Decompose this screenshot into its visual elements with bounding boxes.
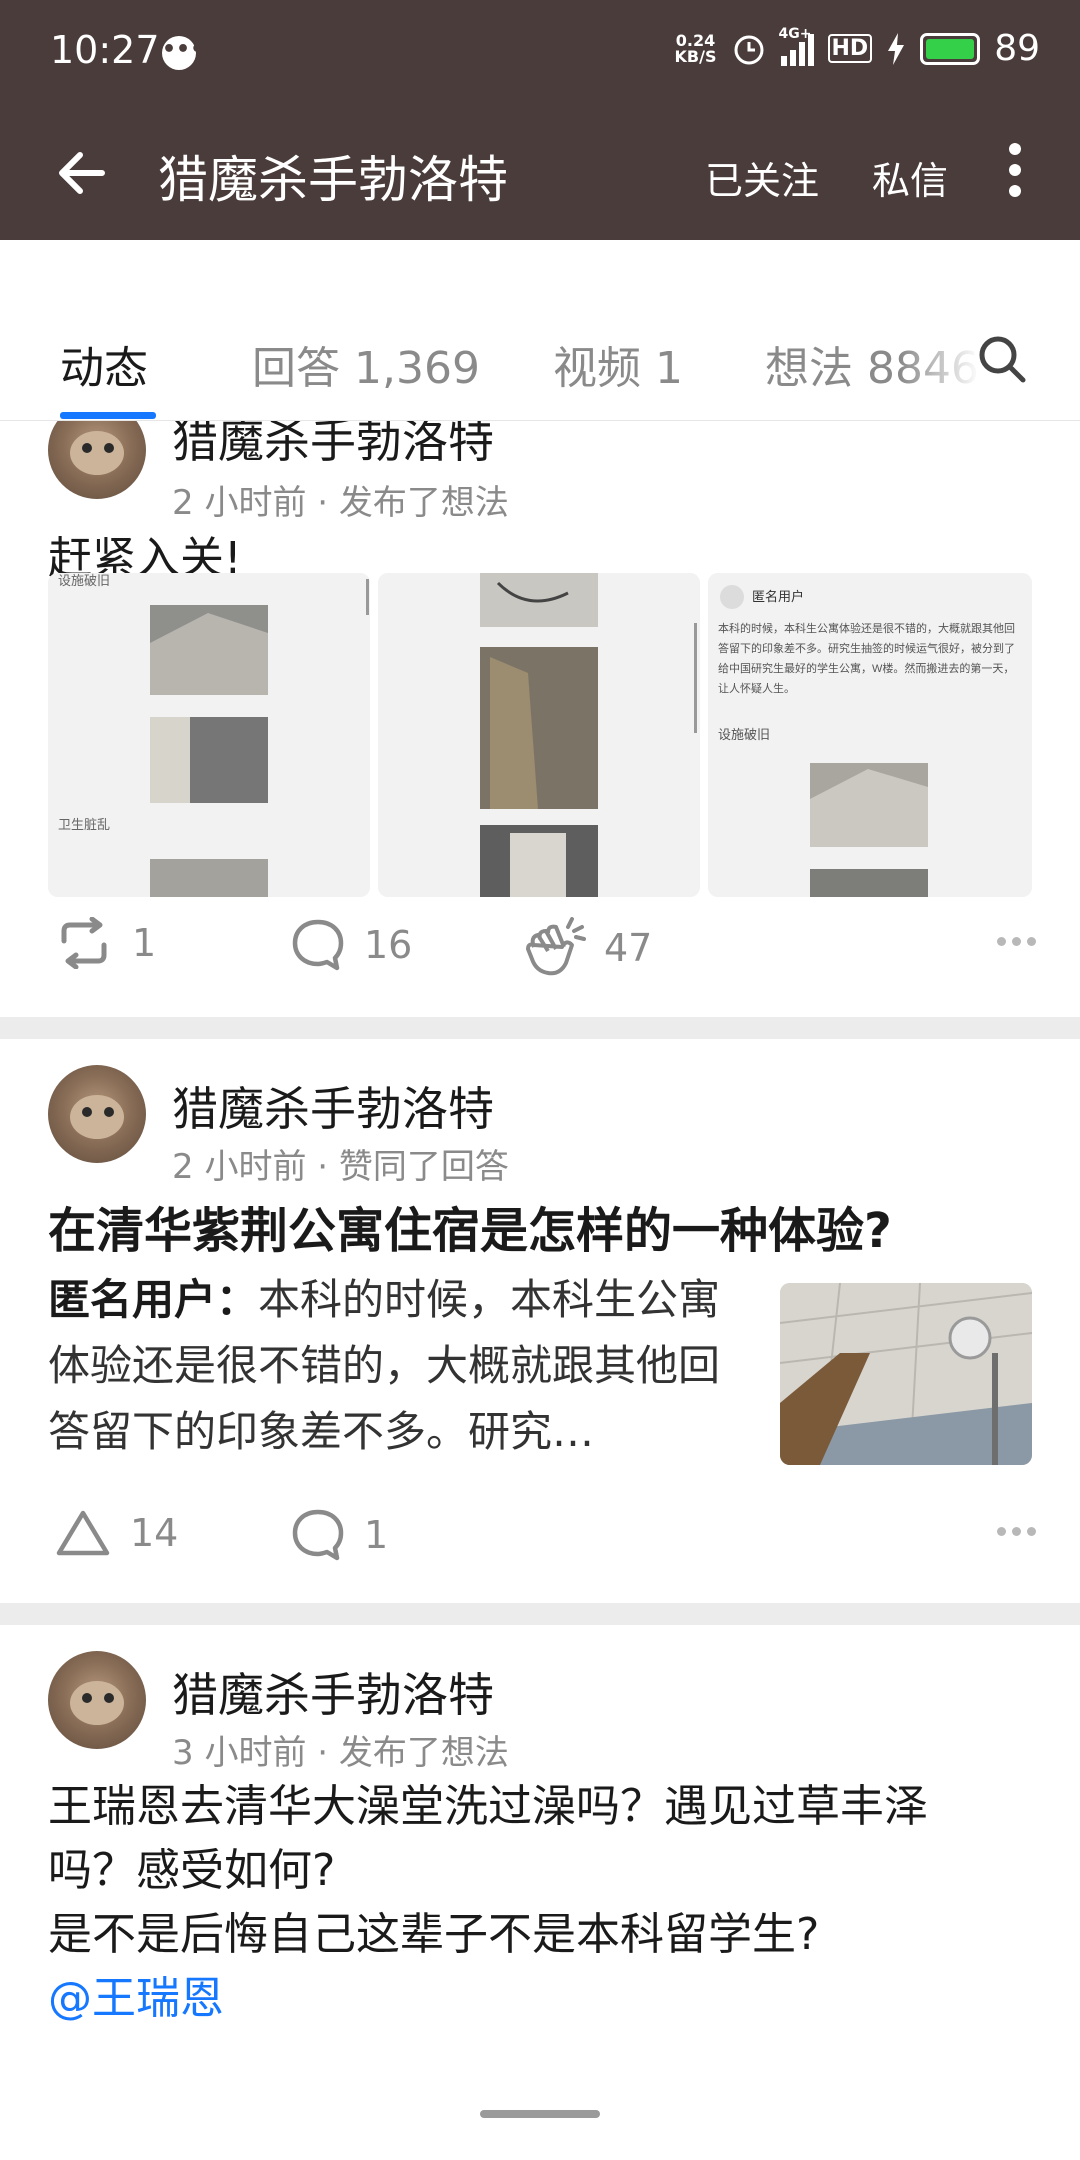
embedded-answer-text: 本科的时候，本科生公寓体验还是很不错的，大概就跟其他回答留下的印象差不多。研究生…: [718, 623, 1015, 695]
status-icons: 0.24 KB/S 4G+ HD 89: [674, 26, 1040, 70]
user-mention-link[interactable]: @王瑞恩: [48, 1967, 1038, 2031]
post-meta: 2 小时前 · 赞同了回答: [172, 1147, 509, 1187]
author-name[interactable]: 猎魔杀手勃洛特: [172, 1659, 494, 1725]
app-bar: 猎魔杀手勃洛特 已关注 私信: [0, 110, 1080, 240]
clap-icon: [526, 917, 586, 976]
page-title: 猎魔杀手勃洛特: [158, 151, 508, 209]
svg-text:匿名用户: 匿名用户: [752, 589, 804, 604]
comment-icon: [292, 919, 344, 971]
repost-button[interactable]: 1: [54, 917, 156, 969]
upvote-icon: [56, 1510, 110, 1556]
home-indicator[interactable]: [480, 2110, 600, 2118]
battery-level: 89: [994, 28, 1040, 69]
clap-count: 47: [604, 926, 653, 970]
activity-feed[interactable]: 猎魔杀手勃洛特 2 小时前 · 发布了想法 赶紧入关! 设施破旧 卫生脏乱 匿名…: [0, 421, 1080, 2160]
message-button[interactable]: 私信: [872, 150, 948, 205]
feed-item[interactable]: 猎魔杀手勃洛特 2 小时前 · 发布了想法 赶紧入关! 设施破旧 卫生脏乱 匿名…: [0, 421, 1080, 1015]
signal-icon: 4G+: [779, 26, 814, 66]
avatar[interactable]: [48, 1651, 146, 1749]
svg-text:卫生脏乱: 卫生脏乱: [58, 817, 110, 832]
hd-icon: HD: [827, 34, 873, 63]
author-name[interactable]: 猎魔杀手勃洛特: [172, 421, 494, 471]
feed-item[interactable]: 猎魔杀手勃洛特 3 小时前 · 发布了想法 王瑞恩去清华大澡堂洗过澡吗？遇见过草…: [0, 1625, 1080, 2160]
answer-excerpt[interactable]: 匿名用户：本科的时候，本科生公寓体验还是很不错的，大概就跟其他回答留下的印象差不…: [48, 1267, 728, 1465]
author-name[interactable]: 猎魔杀手勃洛特: [172, 1073, 494, 1139]
svg-text:设施破旧: 设施破旧: [718, 727, 770, 742]
comment-count: 16: [364, 923, 413, 967]
post-more-icon[interactable]: [997, 937, 1036, 946]
post-more-icon[interactable]: [997, 1527, 1036, 1536]
network-speed: 0.24 KB/S: [674, 30, 717, 66]
comment-icon: [292, 1509, 344, 1561]
post-meta: 2 小时前 · 发布了想法: [172, 483, 509, 523]
status-bar: 10:27 ••• 0.24 KB/S 4G+ HD 89: [0, 0, 1080, 110]
status-time: 10:27: [50, 28, 160, 72]
post-meta: 3 小时前 · 发布了想法: [172, 1733, 509, 1773]
comment-button[interactable]: 1: [290, 1507, 388, 1563]
profile-tabs: 动态 回答 1,369 视频 1 想法 8846: [0, 300, 1080, 421]
battery-icon: [920, 32, 981, 65]
tab-fade: [900, 300, 980, 410]
repost-count: 1: [132, 921, 157, 965]
question-title[interactable]: 在清华紫荆公寓住宿是怎样的一种体验?: [48, 1191, 892, 1261]
clap-button[interactable]: 47: [520, 917, 652, 979]
upvote-button[interactable]: 14: [54, 1507, 178, 1559]
tab-activity[interactable]: 动态: [60, 332, 148, 396]
upvote-count: 14: [130, 1511, 179, 1555]
feed-divider: [0, 1603, 1080, 1625]
svg-text:设施破旧: 设施破旧: [58, 573, 110, 588]
post-actions: 14 1: [0, 1497, 1080, 1577]
post-image[interactable]: [378, 573, 700, 897]
alarm-icon: [734, 35, 763, 64]
post-image[interactable]: 设施破旧 卫生脏乱: [48, 573, 370, 897]
feed-item[interactable]: 猎魔杀手勃洛特 2 小时前 · 赞同了回答 在清华紫荆公寓住宿是怎样的一种体验?…: [0, 1039, 1080, 1599]
comment-button[interactable]: 16: [290, 917, 412, 973]
back-arrow-icon[interactable]: [50, 138, 120, 208]
tab-videos[interactable]: 视频 1: [553, 332, 683, 396]
post-actions: 1 16 47: [0, 907, 1080, 987]
post-text[interactable]: 王瑞恩去清华大澡堂洗过澡吗？遇见过草丰泽 吗？感受如何? 是不是后悔自己这辈子不…: [48, 1775, 1038, 2031]
answer-thumbnail[interactable]: [780, 1283, 1032, 1465]
more-options-icon[interactable]: [1000, 134, 1030, 214]
avatar[interactable]: [48, 1065, 146, 1163]
charging-icon: [888, 32, 905, 65]
comment-count: 1: [364, 1513, 389, 1557]
follow-button[interactable]: 已关注: [705, 150, 819, 205]
chat-notification-icon: •••: [162, 36, 204, 70]
search-icon[interactable]: [975, 332, 1029, 386]
tab-answers[interactable]: 回答 1,369: [252, 332, 480, 396]
post-image[interactable]: 匿名用户 本科的时候，本科生公寓体验还是很不错的，大概就跟其他回答留下的印象差不…: [708, 573, 1032, 897]
feed-divider: [0, 1017, 1080, 1039]
avatar[interactable]: [48, 421, 146, 499]
active-tab-indicator: [60, 412, 156, 419]
repost-icon: [61, 917, 107, 969]
